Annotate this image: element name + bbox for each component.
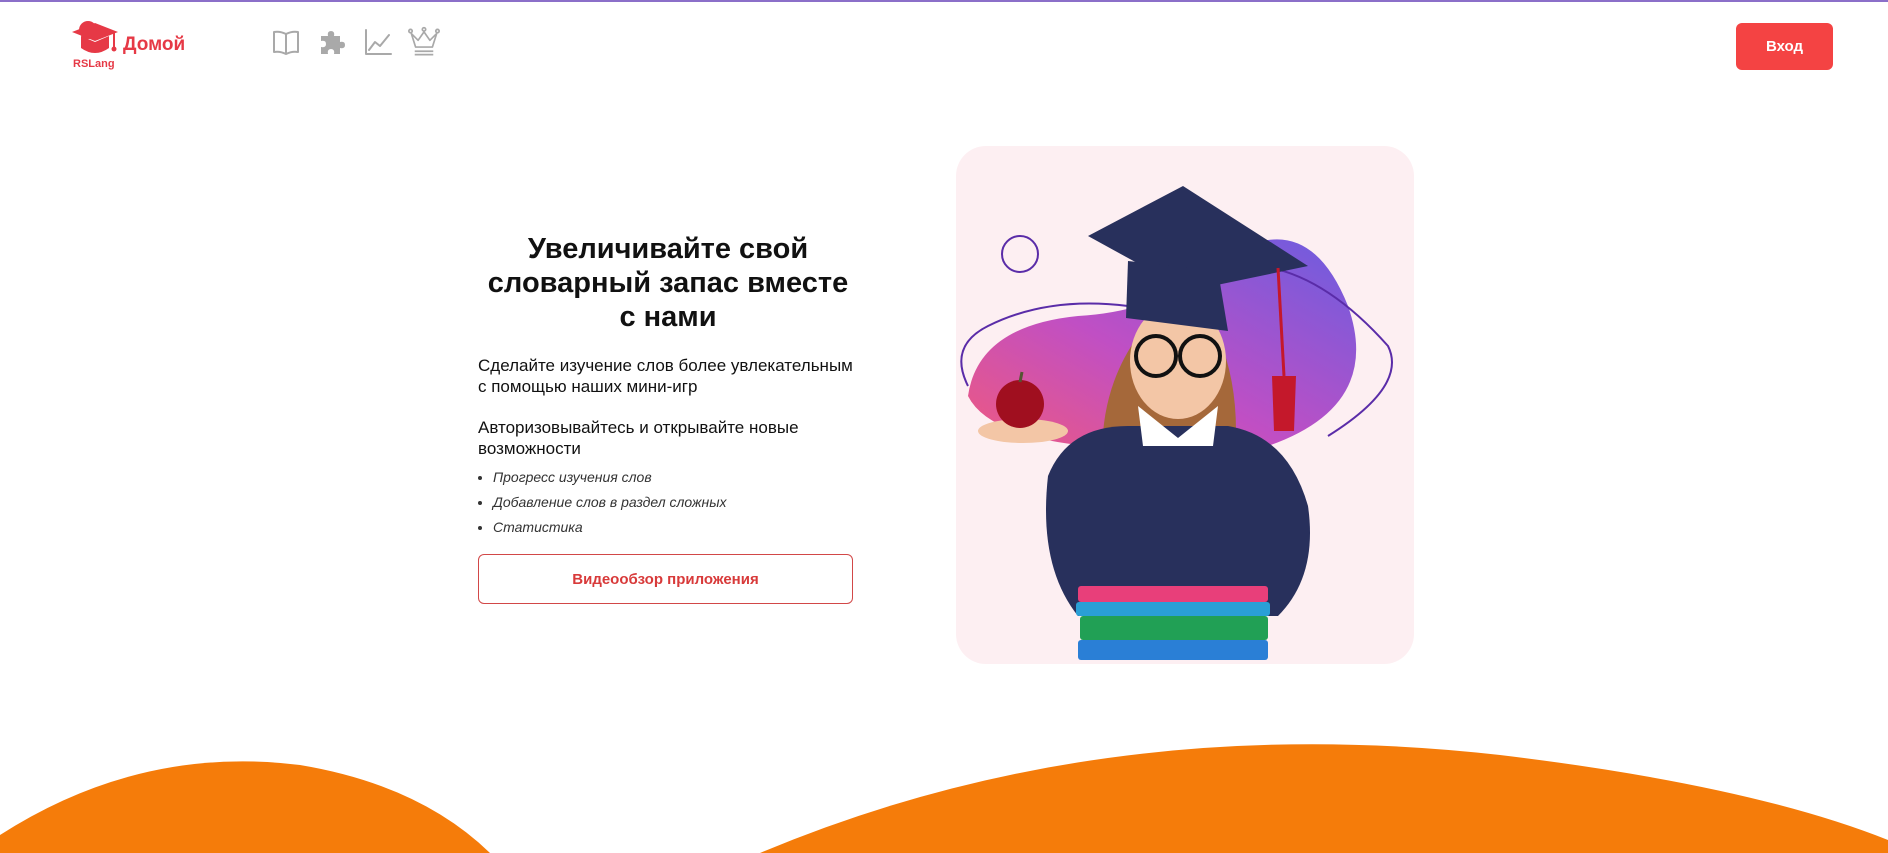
login-button[interactable]: Вход — [1736, 23, 1833, 70]
hero-subtitle: Сделайте изучение слов более увлекательн… — [478, 356, 853, 396]
features-list: Прогресс изучения слов Добавление слов в… — [478, 465, 858, 540]
book-stack — [1076, 586, 1270, 660]
nav-games[interactable] — [316, 24, 348, 60]
book-icon — [273, 30, 299, 55]
main-nav — [270, 22, 440, 62]
chart-line-icon — [365, 29, 392, 55]
nav-textbook[interactable] — [270, 24, 302, 60]
header: RSLang Домой Вход — [0, 0, 1888, 90]
orange-wave-decoration — [0, 744, 1888, 853]
graduation-cap-logo-icon — [72, 21, 118, 53]
home-label: Домой — [123, 34, 186, 55]
feature-item: Прогресс изучения слов — [493, 465, 858, 490]
feature-item: Добавление слов в раздел сложных — [493, 490, 858, 515]
logo-text: RSLang — [73, 58, 115, 70]
auth-text: Авторизовывайтесь и открывайте новые воз… — [478, 418, 799, 458]
hero-title: Увеличивайте свой словарный запас вместе… — [487, 233, 849, 333]
nav-statistics[interactable] — [362, 24, 394, 60]
hero-content: Увеличивайте свой словарный запас вместе… — [478, 232, 858, 604]
video-review-button[interactable]: Видеообзор приложения — [478, 554, 853, 604]
hero-illustration — [956, 146, 1414, 664]
crown-icon — [408, 26, 440, 56]
nav-leaderboard[interactable] — [408, 24, 440, 60]
puzzle-icon — [321, 31, 345, 54]
home-logo-link[interactable]: RSLang Домой — [68, 18, 218, 74]
feature-item: Статистика — [493, 515, 858, 540]
